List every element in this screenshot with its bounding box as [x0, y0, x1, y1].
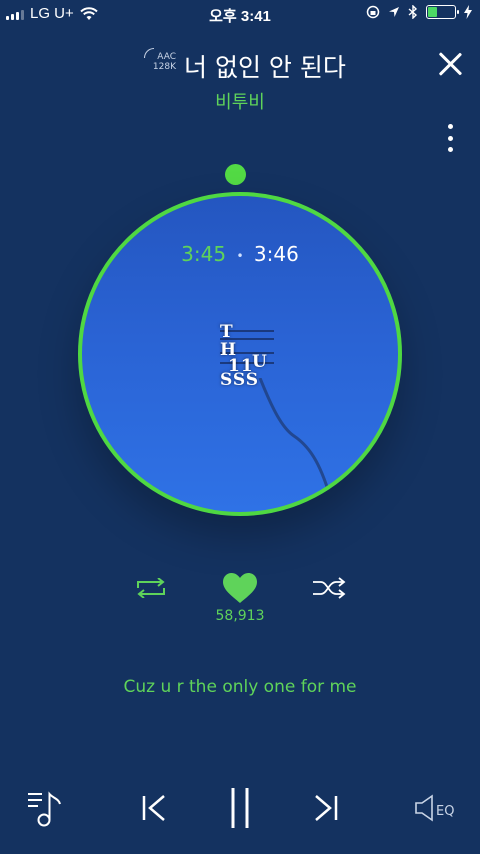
like-count: 58,913	[215, 608, 265, 624]
shuffle-icon[interactable]	[312, 576, 346, 600]
codec-bitrate: 128K	[152, 62, 176, 72]
codec-format: AAC	[157, 52, 176, 62]
time-separator: •	[236, 248, 244, 263]
rotation-lock-icon	[366, 5, 380, 19]
charging-bolt-icon	[464, 5, 472, 19]
lyrics-line[interactable]: Cuz u r the only one for me	[0, 677, 480, 697]
current-time: 3:45	[181, 242, 227, 266]
heart-icon[interactable]	[222, 572, 258, 604]
status-bar: LG U+ 오후 3:41	[0, 0, 480, 28]
pause-icon[interactable]	[224, 784, 256, 832]
eq-button[interactable]: EQ	[414, 786, 462, 830]
status-right	[366, 5, 472, 19]
album-disc: 3:45 • 3:46 T H 11 U SSS	[78, 192, 402, 516]
codec-badge: AAC 128K	[146, 52, 176, 72]
time-display: 3:45 • 3:46	[82, 242, 398, 266]
repeat-icon[interactable]	[134, 578, 168, 598]
total-time: 3:46	[253, 242, 299, 266]
eq-label: EQ	[436, 804, 455, 819]
progress-dial[interactable]: 3:45 • 3:46 T H 11 U SSS	[78, 192, 402, 516]
playback-controls: EQ	[0, 780, 480, 840]
album-art-cable	[258, 378, 334, 504]
album-art-letter: T	[220, 322, 234, 342]
more-options-button[interactable]	[444, 124, 456, 152]
bluetooth-icon	[408, 5, 418, 19]
location-arrow-icon	[389, 7, 399, 17]
action-row: 58,913	[0, 568, 480, 628]
song-title: 너 없인 안 된다	[184, 53, 346, 82]
speaker-eq-icon	[415, 794, 433, 822]
artist-name[interactable]: 비투비	[0, 88, 480, 114]
progress-knob[interactable]	[225, 164, 246, 185]
playlist-icon[interactable]	[26, 786, 66, 830]
close-button[interactable]	[436, 50, 464, 78]
previous-icon[interactable]	[138, 786, 170, 830]
battery-icon	[426, 5, 459, 19]
next-icon[interactable]	[310, 786, 342, 830]
album-art: T H 11 U SSS	[212, 318, 334, 504]
album-art-letter: U	[252, 352, 268, 372]
